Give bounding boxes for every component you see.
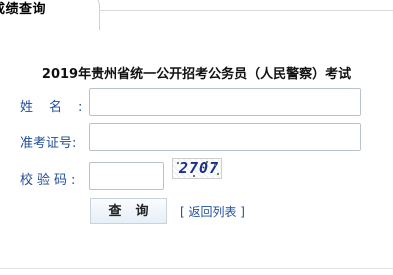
back-to-list-link[interactable]: [ 返回列表 ]	[180, 203, 245, 220]
query-panel: 成绩查询 2019年贵州省统一公开招考公务员（人民警察）考试 姓名: 准考证号:…	[0, 0, 393, 275]
captcha-noise-dot	[193, 175, 195, 177]
exam-title: 2019年贵州省统一公开招考公务员（人民警察）考试	[41, 67, 352, 82]
exam-id-input[interactable]	[89, 123, 361, 151]
verification-code-label: 校验码:	[20, 173, 80, 188]
captcha-noise-dot	[177, 162, 179, 164]
captcha-noise-dot	[206, 161, 208, 163]
panel-bottom-border	[0, 268, 393, 269]
tab-score-query[interactable]: 成绩查询	[0, 0, 100, 30]
captcha-text: 2707	[179, 159, 220, 177]
name-label: 姓名:	[20, 100, 99, 115]
tab-label: 成绩查询	[0, 2, 47, 17]
query-button[interactable]: 查询	[90, 198, 167, 224]
verification-code-input[interactable]	[89, 162, 164, 190]
captcha-noise-dot	[214, 164, 216, 166]
exam-id-label: 准考证号:	[20, 136, 77, 151]
tab-strip: 成绩查询	[0, 0, 393, 30]
captcha-image[interactable]: 2707	[172, 158, 222, 179]
tab-divider	[100, 10, 393, 11]
name-input[interactable]	[89, 88, 361, 116]
captcha-noise-dot	[217, 173, 219, 175]
